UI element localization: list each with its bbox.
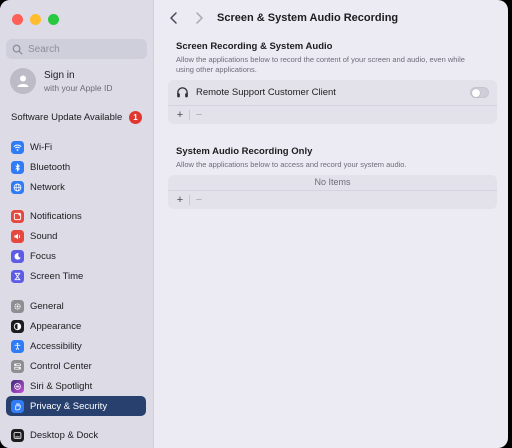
sidebar-item-label: Desktop & Dock bbox=[30, 429, 99, 441]
sidebar-item-label: General bbox=[30, 300, 64, 312]
signin-title: Sign in bbox=[44, 69, 75, 81]
section-description: Allow the applications below to record t… bbox=[176, 55, 465, 74]
update-count-badge: 1 bbox=[129, 111, 142, 124]
add-remove-bar: + − bbox=[168, 191, 497, 209]
app-list: Remote Support Customer Client + − bbox=[168, 80, 497, 124]
accessibility-icon bbox=[11, 339, 24, 353]
close-window-button[interactable] bbox=[12, 14, 23, 25]
software-update-label: Software Update Available bbox=[11, 112, 123, 123]
toggle-knob bbox=[472, 88, 480, 97]
search-placeholder: Search bbox=[28, 43, 60, 55]
sidebar-item-label: Screen Time bbox=[30, 270, 84, 282]
sidebar-item-screen-time[interactable]: Screen Time bbox=[6, 266, 146, 286]
app-row: Remote Support Customer Client bbox=[168, 80, 497, 106]
sidebar-item-label: Wi-Fi bbox=[30, 141, 53, 153]
window-controls bbox=[12, 14, 59, 25]
add-app-button[interactable]: + bbox=[173, 193, 187, 207]
system-settings-window: Search Sign in with your Apple ID Softwa… bbox=[0, 0, 508, 448]
sidebar-item-label: Privacy & Security bbox=[30, 400, 108, 412]
sidebar-item-label: Siri & Spotlight bbox=[30, 380, 93, 392]
gear-icon bbox=[11, 299, 24, 313]
section-title: System Audio Recording Only bbox=[176, 146, 313, 157]
page-title: Screen & System Audio Recording bbox=[217, 12, 399, 24]
search-icon bbox=[12, 44, 23, 55]
zoom-window-button[interactable] bbox=[48, 14, 59, 25]
sidebar-item-label: Sound bbox=[30, 230, 58, 242]
section-title: Screen Recording & System Audio bbox=[176, 41, 333, 52]
headphones-icon bbox=[177, 87, 188, 98]
sidebar-item-label: Control Center bbox=[30, 360, 92, 372]
app-permission-toggle[interactable] bbox=[470, 87, 489, 98]
sidebar-item-label: Focus bbox=[30, 250, 56, 262]
speaker-icon bbox=[11, 229, 24, 243]
bluetooth-icon bbox=[11, 160, 24, 174]
sidebar-item-network[interactable]: Network bbox=[6, 177, 146, 197]
empty-list-label: No Items bbox=[168, 175, 497, 191]
sidebar: Search Sign in with your Apple ID Softwa… bbox=[0, 0, 154, 448]
divider bbox=[189, 194, 190, 205]
add-app-button[interactable]: + bbox=[173, 108, 187, 122]
bell-icon bbox=[11, 209, 24, 223]
wifi-icon bbox=[11, 140, 24, 154]
section-description: Allow the applications below to access a… bbox=[176, 160, 407, 169]
sidebar-item-siri-spotlight[interactable]: Siri & Spotlight bbox=[6, 376, 146, 396]
apple-id-signin[interactable]: Sign in with your Apple ID bbox=[10, 68, 113, 94]
sidebar-item-label: Network bbox=[30, 181, 65, 193]
sidebar-item-desktop-dock[interactable]: Desktop & Dock bbox=[6, 425, 146, 445]
control-center-icon bbox=[11, 359, 24, 373]
dock-icon bbox=[11, 428, 24, 442]
globe-icon bbox=[11, 180, 24, 194]
sidebar-item-wifi[interactable]: Wi-Fi bbox=[6, 137, 146, 157]
sidebar-item-privacy-security[interactable]: Privacy & Security bbox=[6, 396, 146, 416]
hourglass-icon bbox=[11, 269, 24, 283]
app-name: Remote Support Customer Client bbox=[196, 87, 336, 98]
main-content: Screen Recording & System Audio Allow th… bbox=[168, 38, 497, 209]
person-icon bbox=[17, 75, 29, 87]
sidebar-item-label: Appearance bbox=[30, 320, 82, 332]
remove-app-button[interactable]: − bbox=[192, 108, 206, 122]
sidebar-item-notifications[interactable]: Notifications bbox=[6, 206, 146, 226]
sidebar-item-label: Notifications bbox=[30, 210, 82, 222]
toolbar: Screen & System Audio Recording bbox=[154, 0, 508, 38]
app-list: No Items + − bbox=[168, 174, 497, 209]
screen-recording-section: Screen Recording & System Audio Allow th… bbox=[168, 41, 497, 124]
hand-icon bbox=[11, 399, 24, 413]
system-audio-section: System Audio Recording Only Allow the ap… bbox=[168, 146, 497, 209]
sidebar-item-label: Accessibility bbox=[30, 340, 82, 352]
moon-icon bbox=[11, 249, 24, 263]
forward-chevron-icon[interactable] bbox=[193, 11, 205, 25]
appearance-icon bbox=[11, 319, 24, 333]
sidebar-item-focus[interactable]: Focus bbox=[6, 246, 146, 266]
minimize-window-button[interactable] bbox=[30, 14, 41, 25]
sidebar-item-appearance[interactable]: Appearance bbox=[6, 316, 146, 336]
sidebar-item-accessibility[interactable]: Accessibility bbox=[6, 336, 146, 356]
siri-icon bbox=[11, 379, 24, 393]
sidebar-item-sound[interactable]: Sound bbox=[6, 226, 146, 246]
back-chevron-icon[interactable] bbox=[168, 11, 180, 25]
sidebar-item-general[interactable]: General bbox=[6, 296, 146, 316]
remove-app-button[interactable]: − bbox=[192, 193, 206, 207]
sidebar-item-label: Bluetooth bbox=[30, 161, 71, 173]
divider bbox=[189, 110, 190, 120]
sidebar-item-bluetooth[interactable]: Bluetooth bbox=[6, 157, 146, 177]
signin-subtitle: with your Apple ID bbox=[44, 82, 113, 93]
software-update-item[interactable]: Software Update Available 1 bbox=[11, 111, 142, 124]
search-input[interactable]: Search bbox=[6, 39, 147, 59]
sidebar-item-control-center[interactable]: Control Center bbox=[6, 356, 146, 376]
add-remove-bar: + − bbox=[168, 106, 497, 124]
avatar bbox=[10, 68, 36, 94]
